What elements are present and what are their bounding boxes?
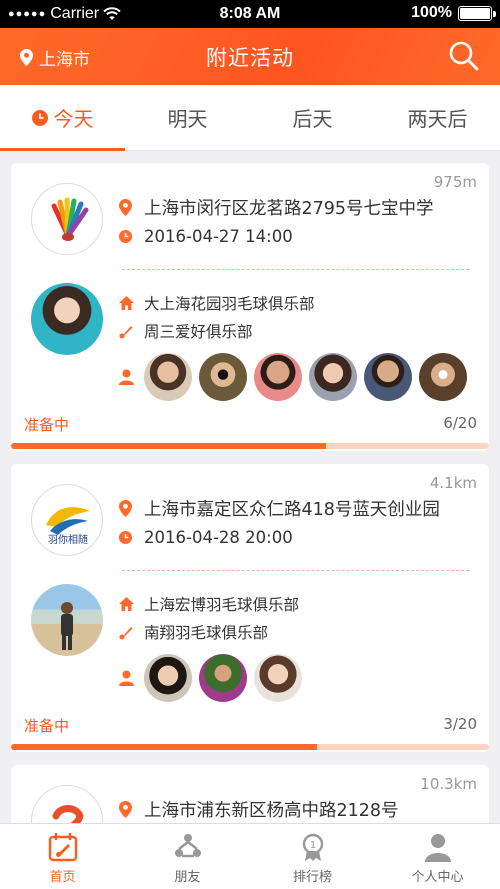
divider <box>122 269 469 270</box>
battery-icon <box>458 5 496 21</box>
shuttlecock-logo-icon <box>51 197 89 241</box>
nav-bar: 上海市 附近活动 <box>0 28 500 85</box>
club-logo <box>31 183 103 255</box>
distance-label: 975m <box>433 173 477 191</box>
home-icon <box>119 296 134 310</box>
member-avatar[interactable] <box>199 654 247 702</box>
shuttlecock-icon <box>119 325 133 338</box>
tab-friends[interactable]: 朋友 <box>125 824 250 889</box>
battery-percent: 100% <box>411 4 452 21</box>
tab-tomorrow[interactable]: 明天 <box>125 85 250 150</box>
status-bar: ●●●●● Carrier 8:08 AM 100% <box>0 0 500 28</box>
tab-home[interactable]: 首页 <box>0 824 125 889</box>
club-logo-icon: 羽你相随 <box>46 507 90 546</box>
club-logo: 羽你相随 <box>31 484 103 556</box>
tab-label: 两天后 <box>407 107 468 131</box>
host-avatar[interactable] <box>31 283 103 355</box>
address-row: 上海市闵行区龙茗路2795号七宝中学 <box>119 195 434 220</box>
clock-icon <box>119 230 132 243</box>
member-avatar[interactable] <box>364 353 412 401</box>
activity-card[interactable]: 4.1km 羽你相随 上海市嘉定区众仁路418号蓝天创业园 2016-04-28… <box>11 464 489 752</box>
participant-count: 6/20 <box>443 414 477 432</box>
progress-bar <box>11 744 489 750</box>
shuttlecock-icon <box>119 626 133 639</box>
group-name: 南翔羽毛球俱乐部 <box>144 624 269 642</box>
member-icon <box>119 670 134 686</box>
tab-ranking[interactable]: 1 排行榜 <box>250 824 375 889</box>
group-row: 南翔羽毛球俱乐部 <box>119 621 268 643</box>
search-icon[interactable] <box>448 40 480 72</box>
tab-label: 首页 <box>49 870 76 885</box>
address-text: 上海市浦东新区杨高中路2128号 <box>144 801 399 821</box>
datetime-text: 2016-04-28 20:00 <box>144 528 293 547</box>
address-row: 上海市浦东新区杨高中路2128号 <box>119 797 399 822</box>
member-list <box>119 654 309 702</box>
member-list <box>119 353 474 401</box>
time-row: 2016-04-27 14:00 <box>119 227 293 246</box>
location-pin-icon <box>119 801 132 818</box>
member-icon <box>119 369 134 385</box>
tab-label: 排行榜 <box>292 870 332 885</box>
clock-icon <box>31 109 48 126</box>
bottom-tab-bar: 首页 朋友 1 排行榜 个人中心 <box>0 823 500 889</box>
club-name: 上海宏博羽毛球俱乐部 <box>144 596 300 614</box>
home-calendar-icon <box>48 833 77 862</box>
friends-icon <box>174 834 201 858</box>
member-avatar[interactable] <box>144 353 192 401</box>
ranking-medal-icon: 1 <box>302 833 323 861</box>
tab-today[interactable]: 今天 <box>0 85 125 151</box>
location-pin-icon <box>119 500 132 517</box>
progress-fill <box>11 443 327 449</box>
member-avatar[interactable] <box>199 353 247 401</box>
distance-label: 10.3km <box>420 775 477 793</box>
progress-bar <box>11 443 489 449</box>
status-label: 准备中 <box>24 717 70 735</box>
participant-count: 3/20 <box>443 715 477 733</box>
distance-label: 4.1km <box>429 474 477 492</box>
svg-text:羽你相随: 羽你相随 <box>48 533 88 546</box>
member-avatar[interactable] <box>419 353 467 401</box>
activity-card[interactable]: 975m 上海市闵行区龙茗路2795号七宝中学 2016-04-27 14:00… <box>11 163 489 451</box>
tab-label: 后天 <box>292 107 333 131</box>
day-tabs: 今天 明天 后天 两天后 <box>0 85 500 151</box>
progress-fill <box>11 744 317 750</box>
group-row: 周三爱好俱乐部 <box>119 320 253 342</box>
clock-icon <box>119 531 132 544</box>
tab-profile[interactable]: 个人中心 <box>375 824 500 889</box>
svg-text:1: 1 <box>309 840 315 851</box>
status-label: 准备中 <box>24 416 70 434</box>
home-icon <box>119 597 134 611</box>
time-row: 2016-04-28 20:00 <box>119 528 293 547</box>
club-name: 大上海花园羽毛球俱乐部 <box>144 295 315 313</box>
member-avatar[interactable] <box>254 353 302 401</box>
group-name: 周三爱好俱乐部 <box>144 323 253 341</box>
club-row: 大上海花园羽毛球俱乐部 <box>119 292 315 314</box>
address-row: 上海市嘉定区众仁路418号蓝天创业园 <box>119 496 440 521</box>
club-row: 上海宏博羽毛球俱乐部 <box>119 593 299 615</box>
address-text: 上海市嘉定区众仁路418号蓝天创业园 <box>144 500 440 520</box>
divider <box>122 570 469 571</box>
member-avatar[interactable] <box>254 654 302 702</box>
member-avatar[interactable] <box>309 353 357 401</box>
location-pin-icon <box>119 199 132 216</box>
tab-label: 个人中心 <box>411 870 464 885</box>
member-avatar[interactable] <box>144 654 192 702</box>
tab-label: 今天 <box>53 107 94 131</box>
tab-label: 明天 <box>167 107 208 131</box>
tab-day-after-tomorrow[interactable]: 后天 <box>250 85 375 150</box>
page-title: 附近活动 <box>206 46 294 70</box>
user-profile-icon <box>424 834 451 862</box>
datetime-text: 2016-04-27 14:00 <box>144 227 293 246</box>
host-avatar[interactable] <box>31 584 103 656</box>
address-text: 上海市闵行区龙茗路2795号七宝中学 <box>144 199 434 219</box>
tab-label: 朋友 <box>174 870 201 885</box>
tab-later[interactable]: 两天后 <box>375 85 500 150</box>
